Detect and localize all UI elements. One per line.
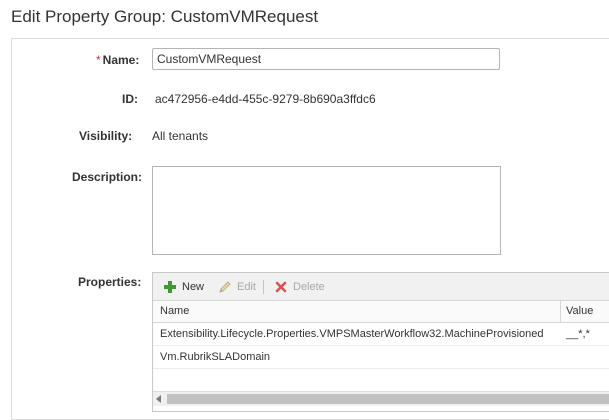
- edit-button[interactable]: Edit: [218, 279, 256, 295]
- column-divider[interactable]: [560, 301, 561, 322]
- description-label: Description:: [72, 170, 143, 184]
- grid-header: Name Value: [153, 301, 609, 323]
- delete-button-label: Delete: [293, 281, 325, 293]
- scroll-left-arrow-icon[interactable]: [156, 395, 161, 403]
- scrollbar-thumb[interactable]: [167, 394, 609, 404]
- toolbar-separator: [263, 280, 264, 294]
- id-value: ac472956-e4dd-455c-9279-8b690a3ffdc6: [155, 92, 376, 106]
- name-label-text: Name:: [102, 53, 140, 67]
- edit-button-label: Edit: [237, 281, 256, 293]
- table-row[interactable]: Vm.RubrikSLADomain: [153, 346, 609, 369]
- new-button-label: New: [182, 281, 205, 293]
- table-row[interactable]: Extensibility.Lifecycle.Properties.VMPSM…: [153, 323, 609, 346]
- delete-button[interactable]: Delete: [274, 279, 325, 295]
- visibility-value: All tenants: [152, 129, 209, 143]
- horizontal-scrollbar[interactable]: [153, 391, 609, 406]
- plus-icon: [163, 280, 177, 294]
- required-marker: *: [96, 53, 101, 67]
- properties-grid: New Edit Delete Name Value Extensibility…: [152, 272, 609, 412]
- name-label: * Name:: [96, 53, 139, 67]
- property-name-cell: Extensibility.Lifecycle.Properties.VMPSM…: [160, 328, 544, 340]
- properties-label: Properties:: [78, 275, 142, 289]
- new-button[interactable]: New: [163, 279, 204, 295]
- id-label: ID:: [122, 92, 138, 106]
- visibility-label: Visibility:: [79, 129, 133, 143]
- property-name-cell: Vm.RubrikSLADomain: [160, 351, 271, 363]
- column-header-value[interactable]: Value: [566, 305, 593, 317]
- name-input[interactable]: CustomVMRequest: [152, 48, 500, 70]
- description-textarea[interactable]: [152, 166, 501, 255]
- x-icon: [274, 280, 288, 294]
- property-value-cell: __*,*: [566, 328, 590, 340]
- pencil-icon: [218, 280, 232, 294]
- page-title: Edit Property Group: CustomVMRequest: [11, 7, 319, 26]
- grid-toolbar: New Edit Delete: [153, 273, 609, 301]
- column-header-name[interactable]: Name: [160, 305, 189, 317]
